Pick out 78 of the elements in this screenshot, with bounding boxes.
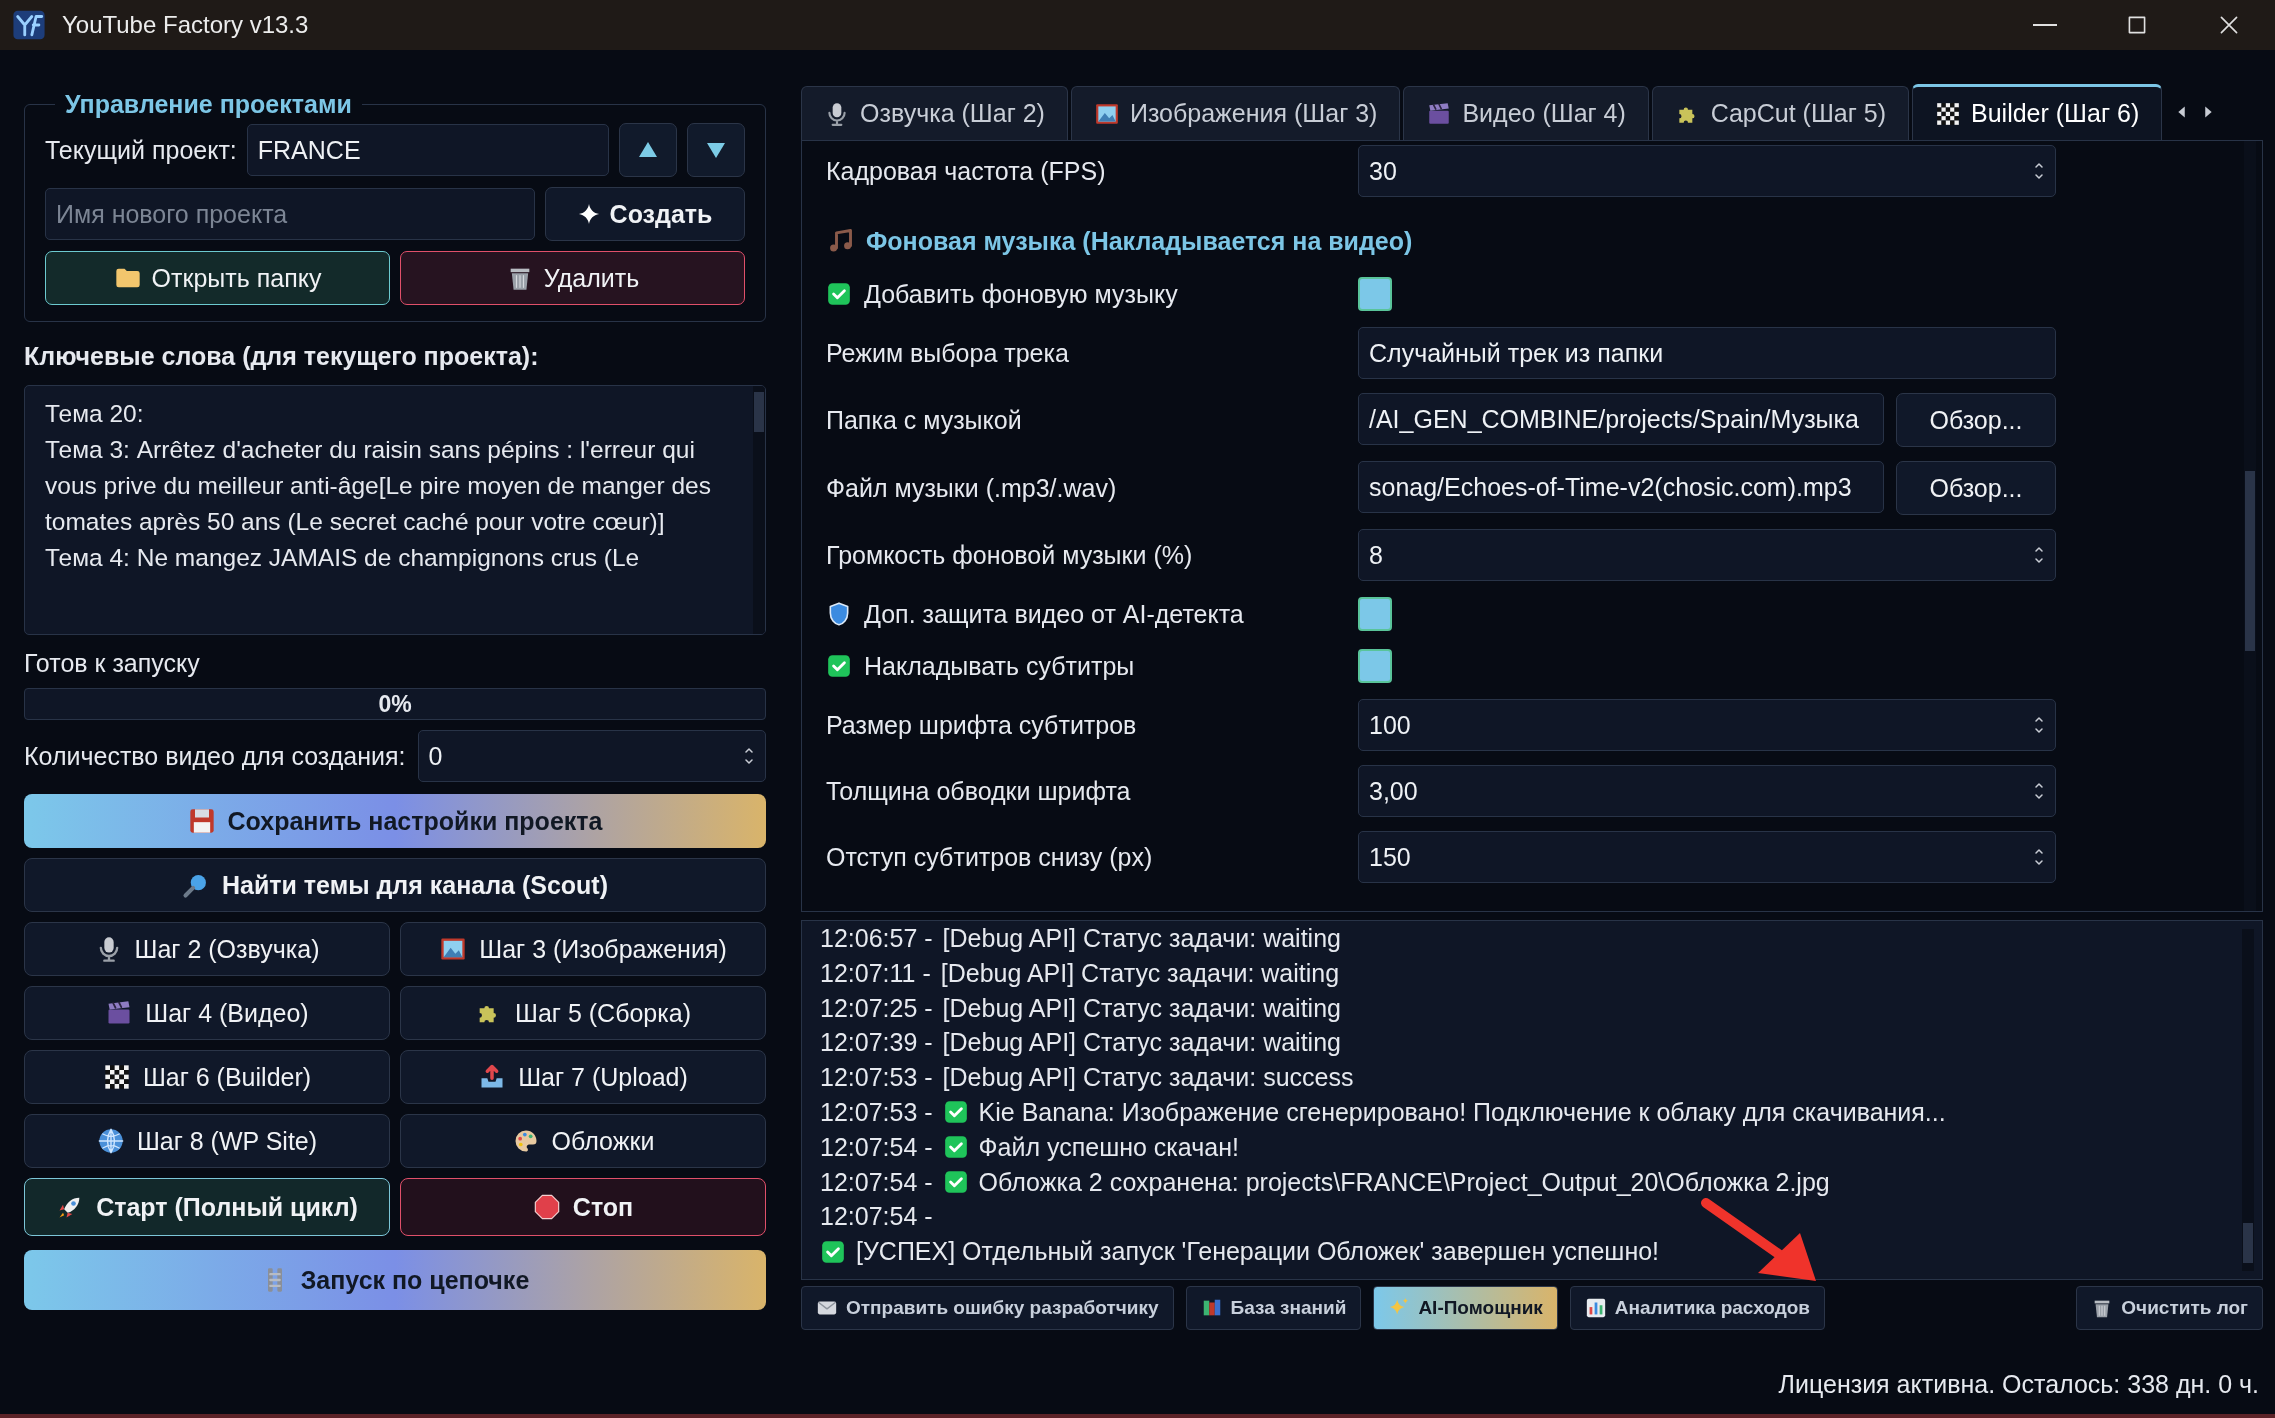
- log-message: [УСПЕХ] Отдельный запуск 'Генерации Обложек' завершен успешно!: [856, 1237, 1660, 1267]
- tab[interactable]: Видео (Шаг 4): [1403, 86, 1649, 140]
- checkbox-label: Накладывать субтитры: [864, 651, 1135, 681]
- action-button[interactable]: Найти темы для канала (Scout): [24, 858, 766, 912]
- progress-bar: 0%: [24, 688, 766, 720]
- path-field[interactable]: sonag/Echoes-of-Time-v2(chosic.com).mp3: [1358, 461, 1884, 513]
- log-message: [Debug API] Статус задачи: waiting: [940, 958, 1340, 988]
- log-message: [Debug API] Статус задачи: waiting: [942, 993, 1341, 1023]
- log-message: [Debug API] Статус задачи: success: [942, 1063, 1354, 1093]
- log-toolbar-button[interactable]: Очистить лог: [2076, 1286, 2263, 1330]
- browse-button[interactable]: Обзор...: [1896, 393, 2056, 447]
- setting-label: Громкость фоновой музыки (%): [826, 540, 1193, 570]
- setting-label: Кадровая частота (FPS): [826, 156, 1106, 186]
- status-label: Готов к запуску: [24, 649, 201, 678]
- action-button[interactable]: Сохранить настройки проекта: [24, 794, 766, 848]
- log-time: 12:07:53 -: [820, 1063, 933, 1093]
- setting-label: Папка с музыкой: [826, 405, 1022, 435]
- tab[interactable]: Озвучка (Шаг 2): [801, 86, 1068, 140]
- keywords-text-area[interactable]: Тема 20: Тема 3: Arrêtez d'acheter du raisin sans pépins : l'erreur qui vous prive du meilleur anti-âge[Le pire moyen de manger des tomates après 50 ans (Le secret caché pour votre cœur)] Тема 4: Ne mangez JAMAIS de champignons crus (Le: [24, 385, 766, 635]
- log-time: 12:07:53 -: [820, 1097, 933, 1127]
- setting-label: Толщина обводки шрифта: [826, 776, 1131, 806]
- log-toolbar-button[interactable]: Отправить ошибку разработчику: [801, 1286, 1174, 1330]
- delete-button[interactable]: Удалить: [400, 251, 745, 305]
- spin-field[interactable]: 3,00: [1358, 765, 2056, 817]
- group-title: Управление проектами: [64, 90, 353, 119]
- spin-field[interactable]: 30: [1358, 145, 2056, 197]
- log-message: [Debug API] Статус задачи: waiting: [942, 1028, 1341, 1058]
- section-title: Фоновая музыка (Накладывается на видео): [866, 226, 1413, 256]
- video-count-field[interactable]: 0: [417, 730, 766, 782]
- log-message: [Debug API] Статус задачи: waiting: [942, 923, 1341, 953]
- tab[interactable]: Изображения (Шаг 3): [1070, 86, 1401, 140]
- spin-field[interactable]: 100: [1358, 699, 2056, 751]
- action-button[interactable]: Шаг 5 (Сборка): [400, 986, 766, 1040]
- license-status: Лицензия активна. Осталось: 338 дн. 0 ч.: [1778, 1370, 2260, 1399]
- log-time: 12:06:57 -: [820, 923, 933, 953]
- log-message: Kie Banana: Изображение сгенерировано! Подключение к облаку для скачивания...: [978, 1097, 1946, 1127]
- log-time: 12:07:39 -: [820, 1028, 933, 1058]
- keywords-heading: Ключевые слова (для текущего проекта):: [24, 342, 540, 371]
- log-toolbar-button[interactable]: База знаний: [1185, 1286, 1362, 1330]
- new-project-field[interactable]: Имя нового проекта: [45, 188, 535, 240]
- checkbox-label: Добавить фоновую музыку: [864, 279, 1178, 309]
- action-button[interactable]: Обложки: [400, 1114, 766, 1168]
- video-count-label: Количество видео для создания:: [24, 741, 406, 771]
- action-button[interactable]: Шаг 4 (Видео): [24, 986, 390, 1040]
- log-time: 12:07:54 -: [820, 1132, 933, 1162]
- tab[interactable]: Builder (Шаг 6): [1912, 84, 2163, 140]
- browse-button[interactable]: Обзор...: [1896, 461, 2056, 515]
- action-button[interactable]: Запуск по цепочке: [24, 1250, 766, 1310]
- spin-field[interactable]: 150: [1358, 831, 2056, 883]
- log-message: Обложка 2 сохранена: projects\FRANCE\Project_Output_20\Обложка 2.jpg: [978, 1167, 1830, 1197]
- window-title: YouTube Factory v13.3: [62, 11, 309, 39]
- action-button[interactable]: Шаг 2 (Озвучка): [24, 922, 390, 976]
- dropdown[interactable]: Случайный трек из папки: [1358, 327, 2056, 379]
- open-folder-button[interactable]: Открыть папку: [45, 251, 390, 305]
- log-time: 12:07:54 -: [820, 1167, 933, 1197]
- path-field[interactable]: /AI_GEN_COMBINE/projects/Spain/Музыка: [1358, 393, 1884, 445]
- log-time: 12:07:54 -: [820, 1202, 933, 1232]
- current-project-label: Текущий проект:: [45, 135, 237, 165]
- log-toolbar-button[interactable]: AI-Помощник: [1373, 1286, 1558, 1330]
- current-project-field[interactable]: FRANCE: [246, 124, 609, 176]
- setting-label: Размер шрифта субтитров: [826, 710, 1137, 740]
- log-message: Файл успешно скачан!: [978, 1132, 1239, 1162]
- action-button[interactable]: Шаг 8 (WP Site): [24, 1114, 390, 1168]
- log-time: 12:07:11 -: [820, 958, 931, 988]
- action-button[interactable]: Старт (Полный цикл): [24, 1178, 390, 1236]
- log-time: 12:07:25 -: [820, 993, 933, 1023]
- action-button[interactable]: Шаг 6 (Builder): [24, 1050, 390, 1104]
- log-toolbar-button[interactable]: Аналитика расходов: [1569, 1286, 1825, 1330]
- action-button[interactable]: Шаг 7 (Upload): [400, 1050, 766, 1104]
- setting-label: Отступ субтитров снизу (px): [826, 842, 1153, 872]
- create-button[interactable]: Создать: [545, 187, 745, 241]
- checkbox-label: Доп. защита видео от AI-детекта: [864, 599, 1244, 629]
- action-button[interactable]: Шаг 3 (Изображения): [400, 922, 766, 976]
- action-button[interactable]: Стоп: [400, 1178, 766, 1236]
- setting-label: Файл музыки (.mp3/.wav): [826, 473, 1117, 503]
- setting-label: Режим выбора трека: [826, 338, 1069, 368]
- tab[interactable]: CapCut (Шаг 5): [1651, 86, 1909, 140]
- spin-field[interactable]: 8: [1358, 529, 2056, 581]
